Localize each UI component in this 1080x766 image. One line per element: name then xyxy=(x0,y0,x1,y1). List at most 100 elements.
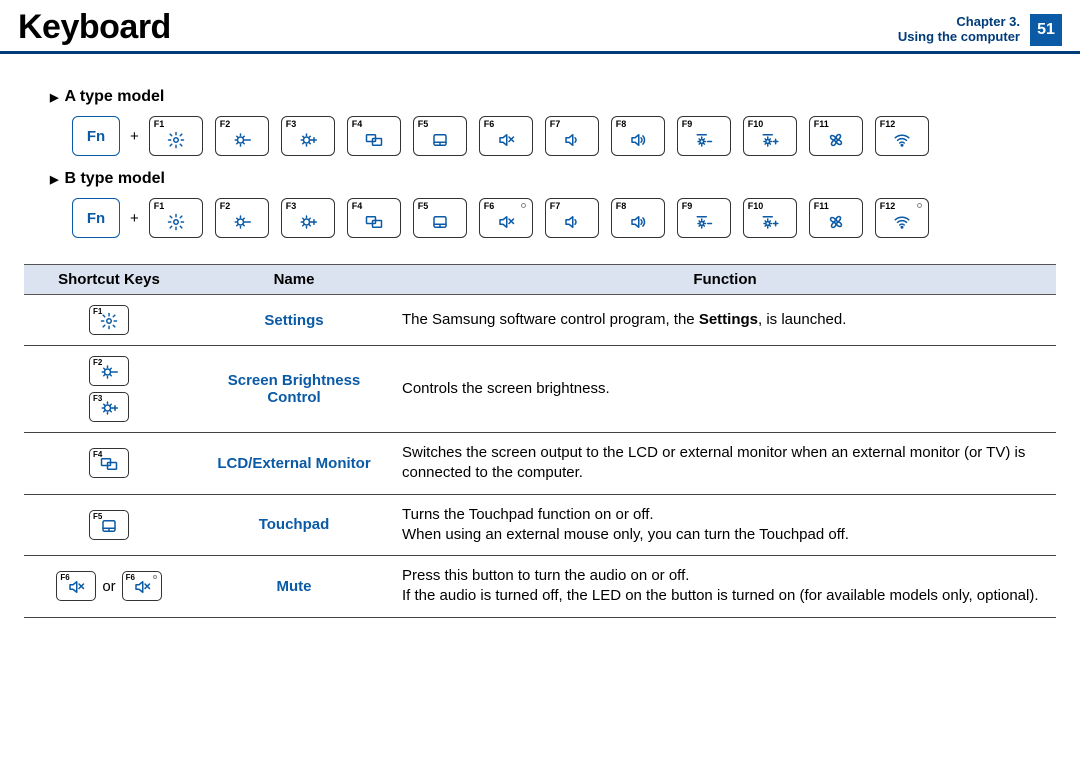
key-f1: F1 xyxy=(149,198,203,238)
touchpad-icon xyxy=(431,213,449,234)
cell-function: Switches the screen output to the LCD or… xyxy=(394,433,1056,495)
kbd-up-icon xyxy=(761,213,779,234)
wifi-icon xyxy=(893,213,911,234)
mini-key-f3: F3 xyxy=(89,392,129,422)
kbd-up-icon xyxy=(761,131,779,152)
cell-name: Touchpad xyxy=(194,494,394,556)
fan-icon xyxy=(827,131,845,152)
b-type-label: ▶ B type model xyxy=(24,170,1056,188)
mute-icon xyxy=(133,578,151,598)
cell-shortcut: F4 xyxy=(24,433,194,495)
key-f10: F10 xyxy=(743,198,797,238)
chapter-info: Chapter 3. Using the computer 51 xyxy=(898,8,1062,46)
cell-function: Turns the Touchpad function on or off.Wh… xyxy=(394,494,1056,556)
key-f7: F7 xyxy=(545,198,599,238)
table-row: F4 LCD/External MonitorSwitches the scree… xyxy=(24,433,1056,495)
vol-down-icon xyxy=(563,213,581,234)
mini-key-f1: F1 xyxy=(89,305,129,335)
key-f12: F12 xyxy=(875,116,929,156)
key-f9: F9 xyxy=(677,198,731,238)
display-icon xyxy=(100,455,118,475)
table-body: F1SettingsThe Samsung software control p… xyxy=(24,295,1056,618)
cell-shortcut: F1 xyxy=(24,295,194,346)
mini-key-f6: F6 xyxy=(56,571,96,601)
mini-key-f4: F4 xyxy=(89,448,129,478)
vol-up-icon xyxy=(629,131,647,152)
bright-down-icon xyxy=(100,363,118,383)
wifi-icon xyxy=(893,131,911,152)
cell-name: LCD/External Monitor xyxy=(194,433,394,495)
bright-down-icon xyxy=(233,213,251,234)
cell-shortcut: F2F3 xyxy=(24,346,194,433)
table-row: F2F3Screen Brightness ControlControls th… xyxy=(24,346,1056,433)
vol-up-icon xyxy=(629,213,647,234)
cell-name: Settings xyxy=(194,295,394,346)
cell-name: Screen Brightness Control xyxy=(194,346,394,433)
gear-icon xyxy=(167,131,185,152)
table-row: F5 TouchpadTurns the Touchpad function on… xyxy=(24,494,1056,556)
display-icon xyxy=(365,213,383,234)
table-row: F1SettingsThe Samsung software control p… xyxy=(24,295,1056,346)
plus-sign: + xyxy=(130,128,139,145)
mini-key-f2: F2 xyxy=(89,356,129,386)
table-row: F6 or F6MutePress this button to turn th… xyxy=(24,556,1056,618)
cell-function: Press this button to turn the audio on o… xyxy=(394,556,1056,618)
key-f5: F5 xyxy=(413,198,467,238)
key-f5: F5 xyxy=(413,116,467,156)
cell-name: Mute xyxy=(194,556,394,618)
kbd-down-icon xyxy=(695,131,713,152)
col-name: Name xyxy=(194,265,394,295)
led-icon xyxy=(917,203,922,208)
content-area: ▶ A type model Fn+F1F2F3F4F5F6F7F8F9F10F… xyxy=(0,54,1080,618)
mute-icon xyxy=(67,578,85,598)
a-type-keys-row: Fn+F1F2F3F4F5F6F7F8F9F10F11F12 xyxy=(24,116,1056,156)
gear-icon xyxy=(167,213,185,234)
chapter-number: Chapter 3. xyxy=(898,15,1020,30)
vol-down-icon xyxy=(563,131,581,152)
key-f8: F8 xyxy=(611,116,665,156)
key-f3: F3 xyxy=(281,198,335,238)
fn-key: Fn xyxy=(72,116,120,156)
kbd-down-icon xyxy=(695,213,713,234)
touchpad-icon xyxy=(100,517,118,537)
col-shortcut: Shortcut Keys xyxy=(24,265,194,295)
cell-function: Controls the screen brightness. xyxy=(394,346,1056,433)
shortcut-table: Shortcut Keys Name Function F1SettingsTh… xyxy=(24,264,1056,618)
key-f11: F11 xyxy=(809,198,863,238)
key-f12: F12 xyxy=(875,198,929,238)
key-f11: F11 xyxy=(809,116,863,156)
led-icon xyxy=(153,575,157,579)
key-f6: F6 xyxy=(479,116,533,156)
chapter-title: Using the computer xyxy=(898,30,1020,45)
page-number-badge: 51 xyxy=(1030,14,1062,46)
a-type-section: ▶ A type model Fn+F1F2F3F4F5F6F7F8F9F10F… xyxy=(24,88,1056,156)
display-icon xyxy=(365,131,383,152)
key-f10: F10 xyxy=(743,116,797,156)
bright-up-icon xyxy=(100,399,118,419)
mute-icon xyxy=(497,131,515,152)
gear-icon xyxy=(100,312,118,332)
or-label: or xyxy=(102,578,115,595)
triangle-icon: ▶ xyxy=(50,173,58,186)
cell-shortcut: F5 xyxy=(24,494,194,556)
a-type-label: ▶ A type model xyxy=(24,88,1056,106)
page-title: Keyboard xyxy=(18,8,171,47)
key-f4: F4 xyxy=(347,198,401,238)
fan-icon xyxy=(827,213,845,234)
key-f2: F2 xyxy=(215,116,269,156)
key-f3: F3 xyxy=(281,116,335,156)
bright-down-icon xyxy=(233,131,251,152)
page-header: Keyboard Chapter 3. Using the computer 5… xyxy=(0,0,1080,54)
triangle-icon: ▶ xyxy=(50,91,58,104)
key-f1: F1 xyxy=(149,116,203,156)
bright-up-icon xyxy=(299,131,317,152)
key-f2: F2 xyxy=(215,198,269,238)
key-f6: F6 xyxy=(479,198,533,238)
col-function: Function xyxy=(394,265,1056,295)
bright-up-icon xyxy=(299,213,317,234)
mini-key-f5: F5 xyxy=(89,510,129,540)
mute-icon xyxy=(497,213,515,234)
led-icon xyxy=(521,203,526,208)
key-f4: F4 xyxy=(347,116,401,156)
fn-key: Fn xyxy=(72,198,120,238)
